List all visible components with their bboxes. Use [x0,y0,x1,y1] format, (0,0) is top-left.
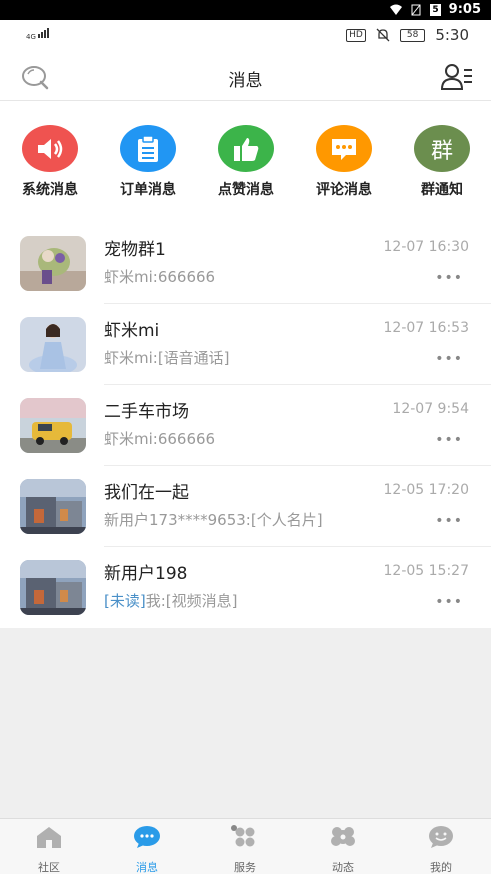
avatar [20,560,86,615]
flower-icon [331,827,355,846]
group-badge-icon: 群 [414,125,470,172]
tab-me[interactable]: 我的 [392,825,490,874]
list-item[interactable]: 新用户198 12-05 15:27 [未读]我:[视频消息] ••• [0,547,491,628]
contacts-icon[interactable] [441,62,473,92]
message-text: 虾米mi:666666 [104,268,216,286]
tab-services[interactable]: 服务 [196,825,294,874]
page-title: 消息 [228,71,263,91]
comment-icon [316,125,372,172]
thumbs-up-icon [218,125,274,172]
shortcut-label: 群通知 [421,182,463,198]
more-options-icon[interactable]: ••• [435,594,463,610]
shortcut-system-messages[interactable]: 系统消息 [2,125,98,199]
more-options-icon[interactable]: ••• [435,432,463,448]
status-bar: 4G HD 58 5:30 [0,20,491,52]
chat-bubble-icon [134,826,160,848]
conversation-name: 新用户198 [104,564,188,584]
tab-label: 动态 [332,861,354,874]
shortcut-like-messages[interactable]: 点赞消息 [198,125,294,199]
avatar [20,398,86,453]
battery-badge: 5 [430,3,441,16]
shortcut-label: 点赞消息 [218,182,274,198]
tab-messages[interactable]: 消息 [98,825,196,874]
page-header: 消息 [0,52,491,101]
more-options-icon[interactable]: ••• [435,270,463,286]
empty-area [0,628,491,818]
shortcut-label: 订单消息 [120,182,176,198]
network-label: 4G [26,33,36,41]
mute-bell-icon [376,28,390,42]
list-item[interactable]: 二手车市场 12-07 9:54 虾米mi:666666 ••• [0,385,491,466]
home-icon [37,827,61,848]
avatar [20,317,86,372]
tab-label: 我的 [430,861,452,874]
speaker-icon [22,125,78,172]
conversation-time: 12-05 15:27 [383,563,469,579]
sim-icon [411,4,421,15]
list-item[interactable]: 宠物群1 12-07 16:30 虾米mi:666666 ••• [0,223,491,304]
bottom-tab-bar: 社区 消息 服务 动态 我的 [0,818,491,874]
conversation-time: 12-07 16:30 [383,239,469,255]
more-options-icon[interactable]: ••• [435,351,463,367]
conversation-name: 我们在一起 [104,483,189,503]
conversation-time: 12-07 16:53 [383,320,469,336]
more-options-icon[interactable]: ••• [435,513,463,529]
conversation-name: 二手车市场 [104,402,189,422]
signal-icon [37,28,49,41]
wifi-icon [390,4,403,15]
hd-badge: HD [346,28,366,42]
unread-tag: [未读] [104,592,146,610]
conversation-list: 宠物群1 12-07 16:30 虾米mi:666666 ••• 虾米mi 12… [0,223,491,628]
status-time: 5:30 [435,26,469,44]
system-status-bar: 5 9:05 [0,0,491,20]
conversation-name: 宠物群1 [104,240,166,260]
shortcut-label: 系统消息 [22,182,78,198]
list-item[interactable]: 我们在一起 12-05 17:20 新用户173****9653:[个人名片] … [0,466,491,547]
avatar [20,236,86,291]
conversation-preview: 虾米mi:666666 [104,428,215,449]
system-time: 9:05 [448,2,481,17]
conversation-time: 12-07 9:54 [392,401,469,417]
message-text: 虾米mi:[语音通话] [104,349,230,367]
shortcut-group-notices[interactable]: 群 群通知 [394,125,490,199]
battery-level: 58 [399,28,426,42]
tab-label: 社区 [38,861,60,874]
shortcut-label: 评论消息 [316,182,372,198]
conversation-name: 虾米mi [104,321,160,341]
shortcut-comment-messages[interactable]: 评论消息 [296,125,392,199]
shortcut-order-messages[interactable]: 订单消息 [100,125,196,199]
message-text: 虾米mi:666666 [104,430,216,448]
message-text: 我:[视频消息] [145,592,238,610]
message-category-shortcuts: 系统消息 订单消息 点赞消息 评论消息 群 群通知 [0,101,491,211]
grid-icon [231,825,255,847]
message-text: 新用户173****9653:[个人名片] [104,511,323,529]
tab-label: 消息 [136,861,158,874]
smiley-icon [429,826,453,848]
clipboard-icon [120,125,176,172]
tab-moments[interactable]: 动态 [294,825,392,874]
conversation-preview: 虾米mi:666666 [104,266,215,287]
tab-community[interactable]: 社区 [0,825,98,874]
conversation-preview: 新用户173****9653:[个人名片] [104,509,323,530]
conversation-time: 12-05 17:20 [383,482,469,498]
list-item[interactable]: 虾米mi 12-07 16:53 虾米mi:[语音通话] ••• [0,304,491,385]
conversation-preview: 虾米mi:[语音通话] [104,347,230,368]
conversation-preview: [未读]我:[视频消息] [104,590,237,611]
group-glyph: 群 [430,138,453,164]
avatar [20,479,86,534]
tab-label: 服务 [234,861,256,874]
